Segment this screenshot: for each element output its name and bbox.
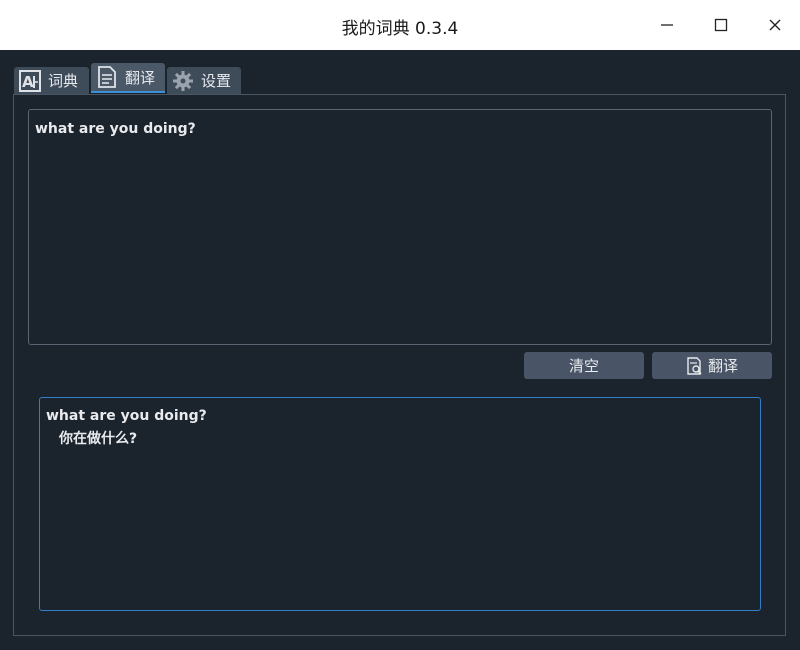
gear-icon xyxy=(171,69,195,93)
tab-settings-label: 设置 xyxy=(201,72,232,90)
maximize-icon xyxy=(714,18,728,32)
translate-button[interactable]: 翻译 xyxy=(652,352,772,379)
tab-translate-label: 翻译 xyxy=(125,68,156,87)
tab-settings[interactable]: 设置 xyxy=(167,67,241,94)
maximize-button[interactable] xyxy=(706,10,736,40)
source-text: what are you doing? xyxy=(35,121,196,137)
output-source-text: what are you doing? xyxy=(46,408,207,424)
translation-output[interactable]: what are you doing? 你在做什么? xyxy=(39,397,761,611)
minimize-icon xyxy=(661,24,673,26)
source-text-input[interactable]: what are you doing? xyxy=(28,109,772,345)
dictionary-icon: A xyxy=(18,69,42,93)
tab-dictionary[interactable]: A 词典 xyxy=(14,67,89,94)
tab-dictionary-label: 词典 xyxy=(48,72,79,90)
close-button[interactable] xyxy=(760,10,790,40)
clear-button[interactable]: 清空 xyxy=(524,352,644,379)
document-icon xyxy=(95,65,119,89)
tab-translate[interactable]: 翻译 xyxy=(91,63,165,93)
minimize-button[interactable] xyxy=(652,10,682,40)
search-document-icon xyxy=(687,356,702,375)
close-icon xyxy=(769,19,781,31)
translate-button-label: 翻译 xyxy=(707,357,738,375)
clear-button-label: 清空 xyxy=(568,357,599,375)
output-translation-text: 你在做什么? xyxy=(59,431,138,447)
window-titlebar: 我的词典 0.3.4 xyxy=(0,0,800,50)
svg-text:A: A xyxy=(22,73,34,91)
